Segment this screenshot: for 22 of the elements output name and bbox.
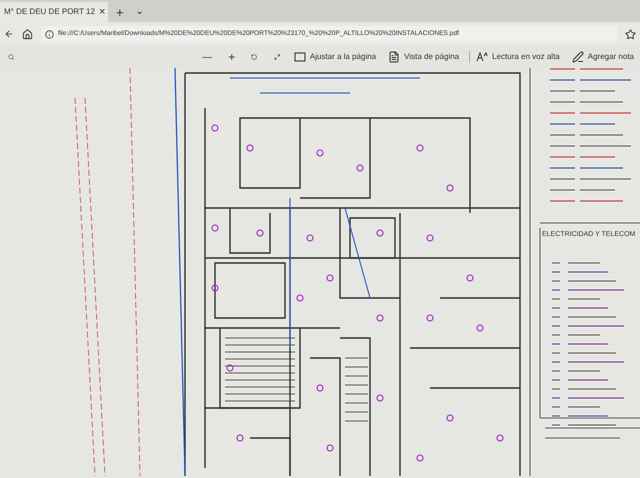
back-icon[interactable] (4, 29, 14, 39)
close-tab-button[interactable]: × (98, 6, 106, 18)
new-tab-button[interactable]: + (108, 2, 132, 22)
home-icon[interactable] (22, 28, 33, 40)
info-icon (45, 30, 54, 38)
favorite-icon[interactable] (625, 28, 636, 40)
read-aloud-icon (476, 52, 488, 62)
toolbar-button[interactable]: Agregar nota (566, 51, 640, 63)
rotate-icon[interactable] (251, 52, 258, 62)
browser-tab[interactable]: M° DE DEU DE PORT 12 × (0, 2, 108, 22)
page-icon (388, 51, 400, 63)
search-icon[interactable] (8, 52, 14, 62)
tab-title: M° DE DEU DE PORT 12 (4, 6, 95, 18)
expand-icon[interactable] (274, 52, 280, 62)
zoom-in-button[interactable]: + (220, 48, 244, 66)
pen-icon (572, 51, 584, 63)
tab-menu-button[interactable]: ⌄ (132, 2, 148, 22)
toolbar-button[interactable]: Lectura en voz alta (469, 51, 566, 63)
toolbar-button[interactable]: Ajustar a la página (288, 51, 382, 63)
fit-page-icon (294, 52, 306, 62)
zoom-out-button[interactable]: — (194, 50, 220, 64)
toolbar-button[interactable]: Vista de página (382, 51, 466, 63)
